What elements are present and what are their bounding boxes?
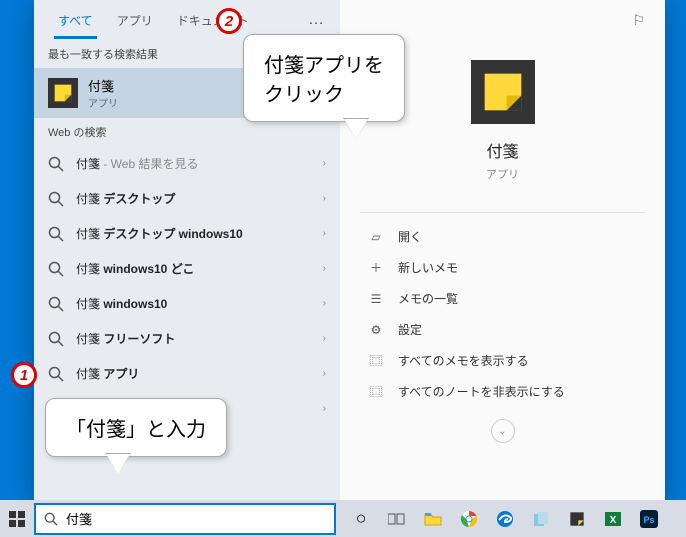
search-icon — [48, 366, 64, 382]
open-icon: ▱ — [368, 230, 384, 244]
gear-icon: ⚙ — [368, 323, 384, 337]
web-result-text: 付箋 デスクトップ windows10 — [76, 225, 323, 242]
more-options-button[interactable]: … — [304, 7, 328, 33]
web-result-text: 付箋 デスクトップ — [76, 190, 323, 207]
best-match-subtitle: アプリ — [88, 95, 118, 110]
search-icon — [48, 296, 64, 312]
web-result-item[interactable]: 付箋 - Web 結果を見る › — [34, 146, 340, 181]
search-icon — [48, 156, 64, 172]
annotation-callout-1: 「付箋」と入力 — [45, 398, 227, 457]
edge-icon[interactable] — [488, 500, 522, 537]
action-open[interactable]: ▱ 開く — [360, 221, 645, 252]
annotation-badge-2: 2 — [216, 8, 242, 34]
search-icon — [44, 512, 58, 526]
feedback-icon[interactable]: ⚐ — [632, 12, 645, 29]
svg-text:Ps: Ps — [643, 515, 654, 525]
chevron-right-icon: › — [323, 158, 326, 169]
search-icon — [48, 331, 64, 347]
search-icon — [48, 226, 64, 242]
web-result-item[interactable]: 付箋 デスクトップ windows10 › — [34, 216, 340, 251]
explorer-icon[interactable] — [416, 500, 450, 537]
search-icon — [48, 261, 64, 277]
action-label: すべてのノートを非表示にする — [398, 383, 565, 400]
callout-1-text: 「付箋」と入力 — [66, 419, 206, 441]
web-result-item[interactable]: 付箋 windows10 どこ › — [34, 251, 340, 286]
callout-2-line1: 付箋アプリを — [264, 49, 384, 78]
excel-icon[interactable]: X — [596, 500, 630, 537]
action-gear[interactable]: ⚙ 設定 — [360, 314, 645, 345]
tab-documents[interactable]: ドキュメント — [165, 2, 261, 39]
best-match-title: 付箋 — [88, 76, 118, 95]
action-label: すべてのメモを表示する — [398, 352, 529, 369]
annotation-callout-2: 付箋アプリを クリック — [243, 34, 405, 122]
callout-2-line2: クリック — [264, 78, 384, 107]
actions-list: ▱開く＋新しいメモ☰メモの一覧⚙設定⿴すべてのメモを表示する⿴すべてのノートを非… — [360, 212, 645, 407]
start-button[interactable] — [0, 500, 34, 537]
hide-icon: ⿴ — [368, 383, 384, 400]
tab-all[interactable]: すべて — [46, 2, 105, 39]
chevron-right-icon: › — [323, 263, 326, 274]
app-icon-1[interactable] — [524, 500, 558, 537]
sticky-notes-taskbar-icon[interactable] — [560, 500, 594, 537]
search-input[interactable] — [66, 511, 326, 526]
action-label: 開く — [398, 228, 422, 245]
app-preview-type: アプリ — [486, 166, 519, 182]
annotation-badge-1: 1 — [11, 362, 37, 388]
app-preview-name: 付箋 — [486, 138, 518, 162]
cortana-icon[interactable]: ○ — [344, 500, 378, 537]
chrome-icon[interactable] — [452, 500, 486, 537]
chevron-right-icon: › — [323, 228, 326, 239]
action-label: 新しいメモ — [398, 259, 458, 276]
chevron-right-icon: › — [323, 193, 326, 204]
web-result-text: 付箋 windows10 — [76, 295, 323, 312]
chevron-right-icon: › — [323, 298, 326, 309]
chevron-right-icon: › — [323, 368, 326, 379]
web-result-text: 付箋 フリーソフト — [76, 330, 323, 347]
web-result-text: 付箋 - Web 結果を見る — [76, 155, 323, 172]
app-preview-icon — [471, 60, 535, 124]
action-show[interactable]: ⿴すべてのメモを表示する — [360, 345, 645, 376]
action-plus[interactable]: ＋ 新しいメモ — [360, 252, 645, 283]
chevron-right-icon: › — [323, 333, 326, 344]
web-result-item[interactable]: 付箋 アプリ › — [34, 356, 340, 391]
best-match-text: 付箋 アプリ — [88, 76, 118, 110]
web-result-item[interactable]: 付箋 デスクトップ › — [34, 181, 340, 216]
taskbar-icons: ○ X Ps — [340, 500, 666, 537]
web-result-item[interactable]: 付箋 フリーソフト › — [34, 321, 340, 356]
taskbar-search-box[interactable] — [34, 503, 336, 535]
action-label: 設定 — [398, 321, 422, 338]
show-icon: ⿴ — [368, 352, 384, 369]
web-result-text: 付箋 アプリ — [76, 365, 323, 382]
web-result-text: 付箋 windows10 どこ — [76, 260, 323, 277]
list-icon: ☰ — [368, 292, 384, 306]
task-view-icon[interactable] — [380, 500, 414, 537]
svg-text:X: X — [610, 515, 617, 526]
plus-icon: ＋ — [368, 259, 384, 276]
sticky-notes-icon — [48, 78, 78, 108]
expand-chevron-icon[interactable]: ⌄ — [491, 419, 515, 443]
taskbar: ○ X Ps — [0, 500, 686, 537]
web-result-item[interactable]: 付箋 windows10 › — [34, 286, 340, 321]
action-hide[interactable]: ⿴すべてのノートを非表示にする — [360, 376, 645, 407]
photoshop-icon[interactable]: Ps — [632, 500, 666, 537]
action-label: メモの一覧 — [398, 290, 458, 307]
action-list[interactable]: ☰ メモの一覧 — [360, 283, 645, 314]
tab-apps[interactable]: アプリ — [105, 2, 165, 39]
chevron-right-icon: › — [323, 403, 326, 414]
search-icon — [48, 191, 64, 207]
web-search-header: Web の検索 — [34, 118, 340, 146]
